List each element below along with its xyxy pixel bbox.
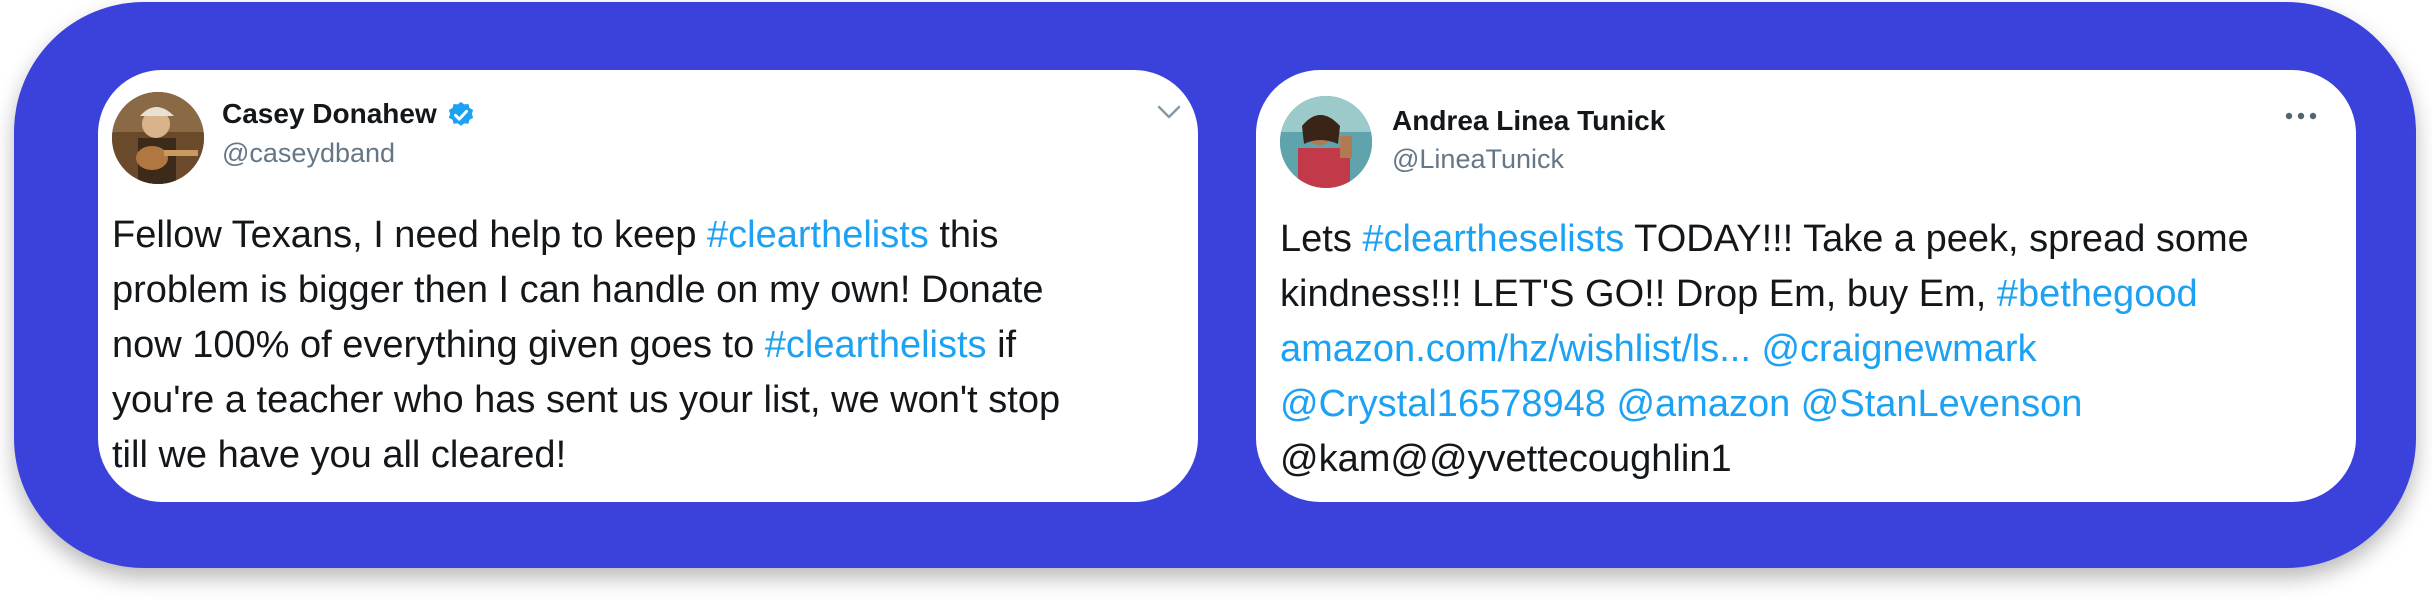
avatar[interactable] xyxy=(112,92,204,184)
blue-frame: Casey Donahew @caseydband Fellow Texans,… xyxy=(14,2,2416,568)
tweet-text-segment xyxy=(1790,383,1801,425)
tweet-text-segment xyxy=(1751,328,1762,370)
hashtag-link[interactable]: #clearthelists xyxy=(707,214,929,256)
tweet-text-segment: till we have you all cleared! xyxy=(112,434,567,476)
tweet-line: you're a teacher who has sent us your li… xyxy=(112,373,1192,428)
display-name[interactable]: Casey Donahew xyxy=(222,98,437,130)
tweet-line: kindness!!! LET'S GO!! Drop Em, buy Em, … xyxy=(1280,267,2350,322)
tweet-line: till we have you all cleared! xyxy=(112,428,1192,483)
tweet-text-segment: Lets xyxy=(1280,218,1363,260)
display-name[interactable]: Andrea Linea Tunick xyxy=(1392,105,1665,137)
avatar[interactable] xyxy=(1280,96,1372,188)
tweet-text-segment: now 100% of everything given goes to xyxy=(112,324,765,366)
tweet-line: Fellow Texans, I need help to keep #clea… xyxy=(112,208,1192,263)
mention-link[interactable]: @StanLevenson xyxy=(1801,383,2083,425)
tweet-text-segment: TODAY!!! Take a peek, spread some xyxy=(1624,218,2249,260)
verified-badge-icon xyxy=(448,101,474,126)
hashtag-link[interactable]: #cleartheselists xyxy=(1362,218,1624,260)
chevron-down-icon[interactable] xyxy=(1156,102,1182,122)
tweet-card-andrea[interactable]: Andrea Linea Tunick @LineaTunick Lets #c… xyxy=(1256,70,2356,502)
user-handle[interactable]: @LineaTunick xyxy=(1392,144,1564,175)
tweet-line: problem is bigger then I can handle on m… xyxy=(112,263,1192,318)
tweet-text-segment: @kam@@yvettecoughlin1 xyxy=(1280,438,1732,480)
tweet-text-segment: this xyxy=(928,214,999,256)
tweet-text: Lets #cleartheselists TODAY!!! Take a pe… xyxy=(1280,212,2350,487)
hashtag-link[interactable]: #clearthelists xyxy=(765,324,987,366)
tweet-line: amazon.com/hz/wishlist/ls... @craignewma… xyxy=(1280,322,2350,377)
mention-link[interactable]: @amazon xyxy=(1616,383,1790,425)
tweet-text-segment xyxy=(1606,383,1617,425)
tweet-line: Lets #cleartheselists TODAY!!! Take a pe… xyxy=(1280,212,2350,267)
tweet-text-segment: Fellow Texans, I need help to keep xyxy=(112,214,708,256)
hashtag-link[interactable]: #bethegood xyxy=(1997,273,2198,315)
tweet-text: Fellow Texans, I need help to keep #clea… xyxy=(112,208,1192,483)
tweet-text-segment: you're a teacher who has sent us your li… xyxy=(112,379,1061,421)
tweet-text-segment: kindness!!! LET'S GO!! Drop Em, buy Em, xyxy=(1280,273,1997,315)
mention-link[interactable]: @craignewmark xyxy=(1761,328,2036,370)
tweet-text-segment: if xyxy=(986,324,1017,366)
more-horizontal-icon[interactable] xyxy=(2284,110,2318,122)
tweet-line: @Crystal16578948 @amazon @StanLevenson xyxy=(1280,377,2350,432)
user-handle[interactable]: @caseydband xyxy=(222,138,395,169)
tweet-text-segment: problem is bigger then I can handle on m… xyxy=(112,269,1044,311)
mention-link[interactable]: @Crystal16578948 xyxy=(1280,383,1606,425)
tweet-line: now 100% of everything given goes to #cl… xyxy=(112,318,1192,373)
url-link[interactable]: amazon.com/hz/wishlist/ls... xyxy=(1280,328,1751,370)
tweet-line: @kam@@yvettecoughlin1 xyxy=(1280,432,2350,487)
tweet-card-casey[interactable]: Casey Donahew @caseydband Fellow Texans,… xyxy=(98,70,1198,502)
